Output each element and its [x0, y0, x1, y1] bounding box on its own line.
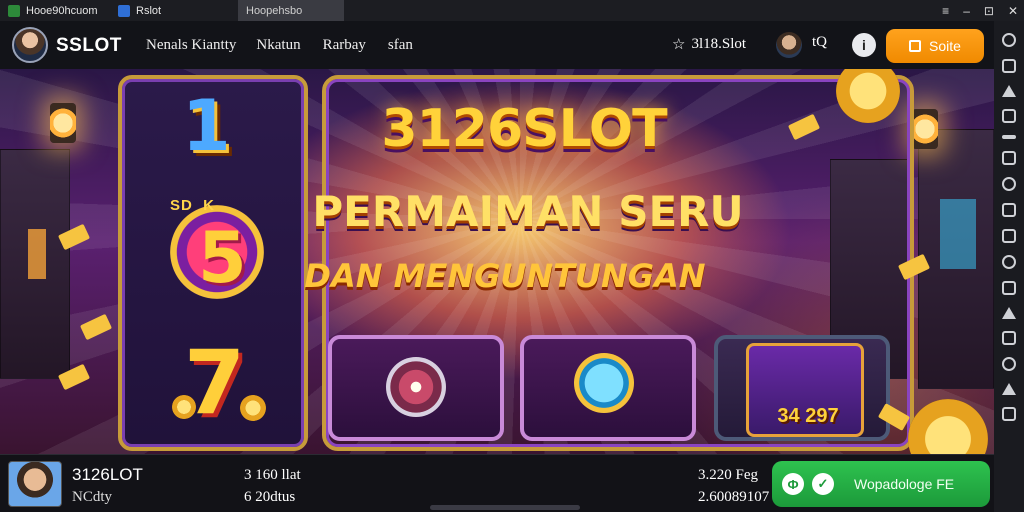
tab-active-label: Hoopehsbo — [246, 4, 303, 17]
info-icon[interactable]: i — [852, 33, 876, 57]
balance-value: 3l18.Slot — [691, 36, 747, 52]
coin-icon — [240, 395, 266, 421]
target-icon — [386, 357, 446, 417]
leaf-icon: ✓ — [812, 473, 834, 495]
nav-link-2[interactable]: Nkatun — [256, 37, 300, 54]
bottom-bar: 3126LOT NCdty 3 160 llat 6 20dtus 3.220 … — [0, 454, 994, 512]
stat-1-top: 3 160 llat — [244, 467, 301, 483]
prize-card: 34 297 — [746, 343, 864, 437]
banner-title: 3126SLOT — [381, 99, 667, 159]
download-button[interactable]: Ф ✓ Wopadologe FE — [772, 461, 990, 507]
menu-icon[interactable]: ≡ — [942, 4, 949, 18]
keyboard-icon[interactable] — [1002, 135, 1016, 139]
street-lamp-left — [50, 103, 76, 143]
brand-avatar[interactable] — [12, 27, 48, 63]
login-button-label: Soite — [929, 38, 961, 54]
symbol-one: 1 — [182, 85, 231, 167]
camera-icon[interactable] — [1002, 177, 1016, 191]
player-name: 3126LOT — [72, 465, 143, 484]
more-icon[interactable] — [1002, 331, 1016, 345]
settings-icon[interactable] — [1002, 357, 1016, 371]
banner-tagline: DAN MENGUNTUNGAN — [304, 257, 706, 295]
login-button[interactable]: Soite — [886, 29, 984, 63]
tab-app[interactable]: Hooe90hcuom — [0, 0, 110, 21]
refresh-icon[interactable] — [1002, 33, 1016, 47]
nav-link-4[interactable]: sfan — [388, 37, 413, 54]
brand-name[interactable]: SSLOT — [56, 35, 122, 57]
stat-2-top: 3.220 Feg — [698, 467, 758, 483]
player-avatar[interactable] — [8, 461, 62, 507]
prize-value: 34 297 — [777, 405, 839, 427]
back-icon[interactable] — [1002, 383, 1016, 395]
tab-active[interactable]: Hoopehsbo — [238, 0, 344, 21]
volume-icon[interactable] — [1002, 85, 1016, 97]
box-icon — [909, 40, 922, 52]
street-lamp-right — [912, 109, 938, 149]
record-icon[interactable] — [1002, 151, 1016, 165]
maximize-icon[interactable]: ⊡ — [984, 4, 994, 18]
folder-icon[interactable] — [1002, 203, 1016, 217]
game-tile-gem[interactable] — [520, 335, 696, 441]
gem-icon — [574, 353, 634, 413]
window-controls: ≡ – ⊡ ✕ — [942, 0, 1018, 21]
tab-second[interactable]: Rslot — [110, 0, 230, 21]
nav-link-1[interactable]: Nenals Kiantty — [146, 37, 236, 54]
os-titlebar: Hooe90hcuom Rslot Hoopehsbo ≡ – ⊡ ✕ — [0, 0, 1024, 21]
info-label: i — [862, 37, 866, 53]
right-toolbar — [994, 21, 1024, 512]
close-icon[interactable]: ✕ — [1008, 4, 1018, 18]
building-screen — [940, 199, 976, 269]
minimize-icon[interactable]: – — [963, 4, 970, 18]
copy-icon[interactable] — [1002, 229, 1016, 243]
app-window: Hooe90hcuom Rslot Hoopehsbo ≡ – ⊡ ✕ SSLO… — [0, 0, 1024, 512]
dial-text: SD K — [170, 197, 216, 214]
symbol-five: 5 — [198, 217, 247, 299]
second-tab-icon — [118, 4, 130, 17]
search-label: tQ — [812, 34, 827, 50]
building-window — [28, 229, 46, 279]
nav-links: Nenals Kiantty Nkatun Rarbay sfan — [146, 37, 435, 54]
download-icon: Ф — [782, 473, 804, 495]
coin-icon — [172, 395, 196, 419]
symbol-seven: 7 — [184, 331, 246, 434]
rotate-icon[interactable] — [1002, 307, 1016, 319]
stat-1-bottom: 6 20dtus — [244, 489, 296, 505]
top-nav: SSLOT Nenals Kiantty Nkatun Rarbay sfan … — [0, 21, 994, 69]
search-button[interactable]: tQ — [812, 34, 827, 51]
hero-banner[interactable]: 1 SD K 5 7 3126SLOT PERMAIMAN SERU DAN M… — [0, 69, 994, 454]
scrollbar[interactable] — [430, 505, 580, 510]
star-icon: ☆ — [672, 37, 686, 53]
shake-icon[interactable] — [1002, 281, 1016, 295]
location-icon[interactable] — [1002, 255, 1016, 269]
download-button-label: Wopadologe FE — [854, 476, 955, 492]
banner-subtitle: PERMAIMAN SERU — [312, 187, 744, 236]
player-sub: NCdty — [72, 489, 113, 505]
tab-app-label: Hooe90hcuom — [26, 4, 98, 17]
balance[interactable]: ☆ 3l18.Slot — [672, 35, 746, 54]
app-tab-icon — [8, 4, 20, 17]
game-tile-target[interactable] — [328, 335, 504, 441]
game-tile-prize[interactable]: 34 297 — [714, 335, 890, 441]
window-icon[interactable] — [1002, 59, 1016, 73]
stat-2-bottom: 2.60089107 — [698, 489, 770, 505]
nav-link-3[interactable]: Rarbay — [323, 37, 366, 54]
user-avatar[interactable] — [776, 32, 802, 58]
tab-second-label: Rslot — [136, 4, 162, 17]
screen-icon[interactable] — [1002, 109, 1016, 123]
home-icon[interactable] — [1002, 407, 1016, 421]
